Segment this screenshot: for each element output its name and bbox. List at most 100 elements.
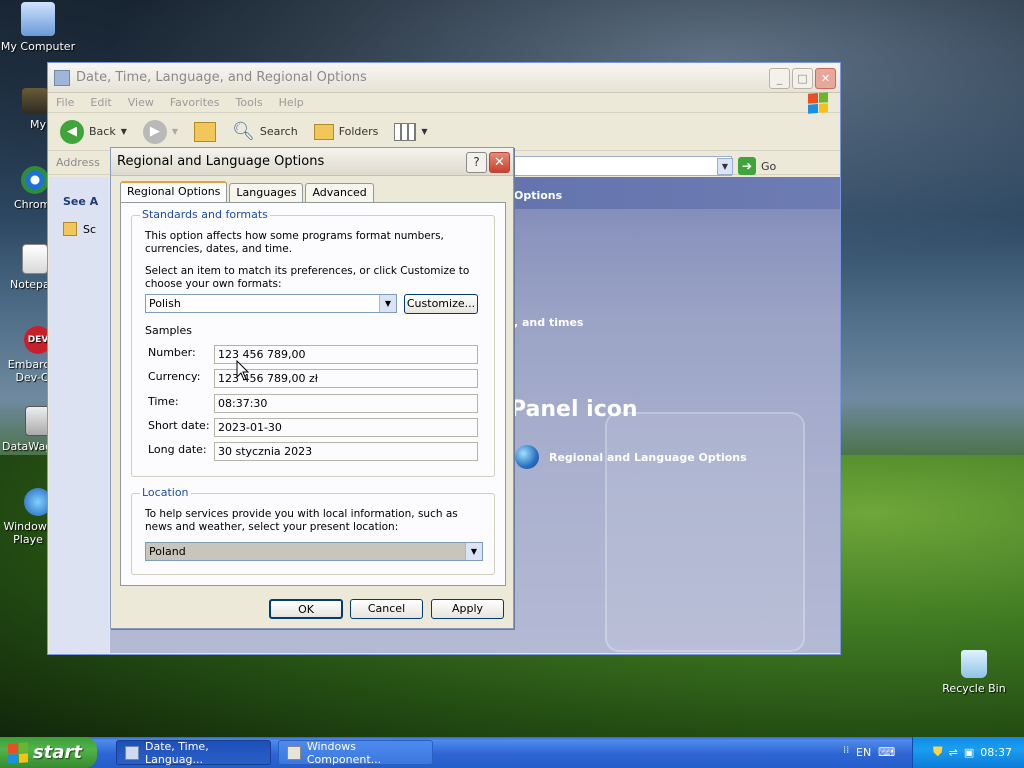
dialog-close-button[interactable]: ✕ <box>489 152 510 173</box>
taskbar-item-label: Windows Component... <box>306 739 382 766</box>
close-button[interactable]: ✕ <box>815 68 836 89</box>
location-group-title: Location <box>140 486 191 499</box>
system-tray: ⛊ ⇌ ▣ 08:37 <box>912 737 1024 768</box>
format-select-value: Polish <box>149 297 181 310</box>
regional-language-link-label: Regional and Language Options <box>549 450 747 464</box>
notepad-icon <box>22 244 48 274</box>
desktop-icon-label: Recycle Bin <box>942 682 1006 695</box>
explorer-menubar: File Edit View Favorites Tools Help <box>48 92 840 114</box>
item-icon <box>63 222 77 236</box>
left-pane-item[interactable]: Sc <box>63 222 96 236</box>
apply-button[interactable]: Apply <box>431 599 504 619</box>
keyboard-icon[interactable]: ⌨ <box>878 745 895 759</box>
tray-expand-icon[interactable]: ⁞⁞ <box>843 745 849 756</box>
control-panel-icon <box>54 69 70 86</box>
sample-short-date-label: Short date: <box>148 419 210 432</box>
back-arrow-icon: ◀ <box>60 119 84 144</box>
tray-app-icon[interactable]: ▣ <box>964 746 974 759</box>
explorer-title: Date, Time, Language, and Regional Optio… <box>76 70 367 85</box>
select-prompt: Select an item to match its preferences,… <box>145 265 470 290</box>
security-shield-icon[interactable]: ⛊ <box>933 745 943 760</box>
sample-time-value: 08:37:30 <box>214 394 478 413</box>
taskbar-item-windows-components[interactable]: Windows Component... <box>278 739 433 766</box>
globe-icon <box>515 445 539 469</box>
desktop-icon-my-computer[interactable]: My Computer <box>0 2 76 53</box>
standards-group-title: Standards and formats <box>140 208 270 221</box>
go-arrow-icon: ➔ <box>738 157 756 175</box>
up-folder-button[interactable] <box>190 117 220 147</box>
sample-long-date-label: Long date: <box>148 443 207 456</box>
explorer-toolbar: ◀ Back ▼ ▶ ▼ 🔍︎ Search Folders ▼ <box>48 113 840 151</box>
content-header-text: Options <box>514 189 563 202</box>
windows-logo-icon <box>808 92 828 114</box>
format-select[interactable]: Polish ▼ <box>145 294 397 313</box>
forward-button[interactable]: ▶ ▼ <box>139 117 182 147</box>
components-icon <box>287 745 301 760</box>
minimize-button[interactable]: _ <box>769 68 790 89</box>
chevron-down-icon: ▼ <box>379 295 396 312</box>
network-icon[interactable]: ⇌ <box>949 746 958 759</box>
cancel-button[interactable]: Cancel <box>350 599 423 619</box>
views-button[interactable]: ▼ <box>390 117 431 147</box>
folders-label: Folders <box>338 125 379 138</box>
dialog-titlebar[interactable]: Regional and Language Options <box>111 148 513 176</box>
location-description: To help services provide you with local … <box>145 508 458 533</box>
computer-icon <box>21 2 55 36</box>
menu-edit[interactable]: Edit <box>90 96 111 109</box>
sample-long-date-value: 30 stycznia 2023 <box>214 442 478 461</box>
menu-tools[interactable]: Tools <box>236 96 263 109</box>
desktop-icon-label: My Computer <box>0 40 76 53</box>
task-link-text[interactable]: , and times <box>514 316 583 329</box>
address-dropdown-button[interactable]: ▼ <box>717 158 733 175</box>
help-button[interactable]: ? <box>466 152 487 173</box>
chevron-down-icon: ▼ <box>421 127 428 136</box>
desktop-icon-recycle-bin[interactable]: Recycle Bin <box>936 650 1012 695</box>
sample-number-value: 123 456 789,00 <box>214 345 478 364</box>
recycle-bin-icon <box>961 650 987 678</box>
control-panel-icon <box>125 745 139 760</box>
standards-formats-group: Standards and formats This option affect… <box>131 208 495 477</box>
clock[interactable]: 08:37 <box>980 746 1012 759</box>
menu-favorites[interactable]: Favorites <box>170 96 220 109</box>
ok-button[interactable]: OK <box>269 599 343 619</box>
customize-button[interactable]: Customize... <box>404 294 478 314</box>
back-button[interactable]: ◀ Back ▼ <box>56 117 131 147</box>
explorer-titlebar[interactable]: Date, Time, Language, and Regional Optio… <box>48 63 840 93</box>
search-button[interactable]: 🔍︎ Search <box>228 117 302 147</box>
folders-button[interactable]: Folders <box>310 117 383 147</box>
address-label: Address <box>56 156 100 169</box>
tab-advanced[interactable]: Advanced <box>305 183 374 203</box>
control-panel-icon-heading: Panel icon <box>510 397 638 422</box>
chrome-icon <box>21 166 49 194</box>
start-button[interactable]: start <box>0 737 97 768</box>
search-icon: 🔍︎ <box>232 121 255 142</box>
sample-short-date-value: 2023-01-30 <box>214 418 478 437</box>
go-button[interactable]: ➔ Go <box>738 157 776 175</box>
menu-help[interactable]: Help <box>279 96 304 109</box>
go-label: Go <box>761 159 777 173</box>
chevron-down-icon: ▼ <box>465 543 482 560</box>
mypal-icon <box>22 88 48 114</box>
regional-options-panel: Standards and formats This option affect… <box>120 202 506 586</box>
location-group: Location To help services provide you wi… <box>131 486 495 575</box>
taskbar-item-date-time[interactable]: Date, Time, Languag... <box>116 739 271 766</box>
taskbar: start Date, Time, Languag... Windows Com… <box>0 737 1024 768</box>
dialog-tabs: Regional Options Languages Advanced <box>120 181 374 203</box>
regional-language-link[interactable]: Regional and Language Options <box>515 445 747 469</box>
language-indicator[interactable]: EN <box>856 746 871 759</box>
regional-language-dialog: Regional and Language Options ? ✕ Region… <box>110 147 514 629</box>
dialog-title: Regional and Language Options <box>117 154 325 169</box>
menu-file[interactable]: File <box>56 96 74 109</box>
windows-flag-icon <box>8 741 28 764</box>
location-select[interactable]: Poland ▼ <box>145 542 483 561</box>
folders-icon <box>313 123 334 140</box>
see-also-heading: See A <box>63 195 99 208</box>
tab-regional-options[interactable]: Regional Options <box>120 181 228 203</box>
taskbar-item-label: Date, Time, Languag... <box>144 739 209 766</box>
location-select-value: Poland <box>149 545 186 558</box>
menu-view[interactable]: View <box>128 96 154 109</box>
maximize-button[interactable]: □ <box>792 68 813 89</box>
tab-languages[interactable]: Languages <box>229 183 304 203</box>
explorer-left-pane: See A Sc <box>49 177 109 653</box>
forward-arrow-icon: ▶ <box>142 119 167 144</box>
